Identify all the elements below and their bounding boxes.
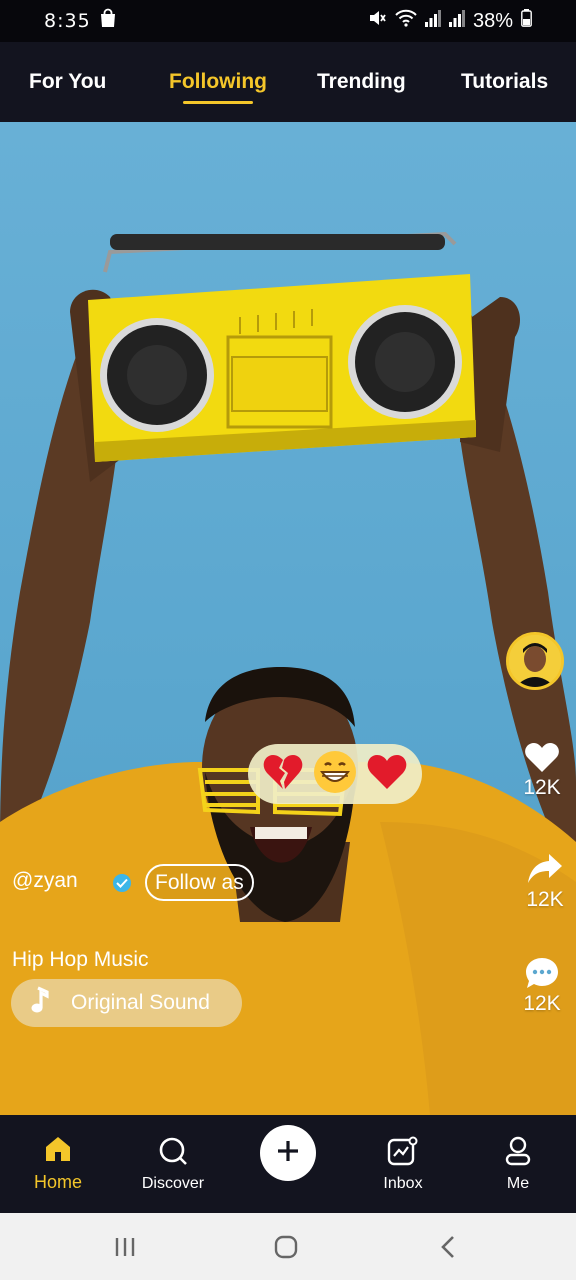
music-note-icon <box>29 986 49 1020</box>
video-player[interactable]: 12K 12K 12K @zyan Follow as Hip Hop Musi… <box>0 122 576 1115</box>
mute-icon <box>367 8 387 34</box>
nav-inbox[interactable]: Inbox <box>353 1115 453 1213</box>
username[interactable]: @zyan <box>12 869 78 893</box>
share-icon <box>527 852 563 886</box>
nav-label: Home <box>33 1172 82 1192</box>
follow-button[interactable]: Follow as <box>145 864 254 901</box>
battery-percent: 38% <box>472 9 513 32</box>
nav-me[interactable]: Me <box>468 1115 568 1213</box>
home-icon <box>44 1135 72 1168</box>
status-bar: 8:35 38% <box>0 0 576 42</box>
plus-icon <box>276 1139 300 1168</box>
grinning-face-icon[interactable] <box>313 750 357 799</box>
original-sound-button[interactable]: Original Sound <box>11 979 242 1027</box>
tab-label: Trending <box>317 70 406 93</box>
tab-tutorials[interactable]: Tutorials <box>461 42 548 122</box>
comment-button[interactable]: 12K <box>507 956 576 1016</box>
sound-label: Original Sound <box>71 991 210 1014</box>
shopping-bag-icon <box>99 8 117 34</box>
comment-count: 12K <box>523 992 561 1015</box>
tab-following[interactable]: Following <box>169 42 267 122</box>
tab-trending[interactable]: Trending <box>317 42 406 122</box>
tab-label: Tutorials <box>461 70 549 93</box>
active-tab-indicator <box>183 101 253 104</box>
bottom-nav: Home Discover Inbox Me <box>0 1115 576 1213</box>
red-heart-icon[interactable] <box>366 753 408 796</box>
like-count: 12K <box>523 776 561 799</box>
tab-label: For You <box>29 70 107 93</box>
battery-icon <box>521 9 532 33</box>
nav-label: Me <box>506 1174 530 1192</box>
creator-avatar[interactable] <box>506 632 564 690</box>
broken-heart-icon[interactable] <box>262 753 304 796</box>
create-post-button[interactable] <box>260 1125 316 1181</box>
nav-label: Inbox <box>383 1174 423 1192</box>
nav-home[interactable]: Home <box>8 1115 108 1213</box>
nav-discover[interactable]: Discover <box>123 1115 223 1213</box>
like-button[interactable]: 12K <box>507 742 576 800</box>
track-title: Hip Hop Music <box>12 948 149 971</box>
verified-badge-icon <box>113 874 131 892</box>
share-button[interactable]: 12K <box>510 852 576 912</box>
wifi-icon <box>395 9 417 33</box>
search-icon <box>158 1136 188 1171</box>
back-icon[interactable] <box>428 1233 468 1261</box>
profile-icon <box>504 1136 532 1171</box>
signal-icon <box>424 9 441 33</box>
avatar-image <box>509 635 561 687</box>
home-system-icon[interactable] <box>266 1233 306 1261</box>
tab-label: Following <box>169 70 267 93</box>
status-time: 8:35 <box>44 10 91 32</box>
nav-label: Discover <box>141 1174 205 1192</box>
share-count: 12K <box>526 888 564 911</box>
inbox-icon <box>387 1136 419 1171</box>
heart-icon <box>524 742 560 774</box>
tab-for-you[interactable]: For You <box>29 42 106 122</box>
signal-icon <box>448 9 465 33</box>
comment-icon <box>524 956 560 990</box>
top-tabs: For You Following Trending Tutorials <box>0 42 576 122</box>
reaction-bubble <box>248 744 422 804</box>
recent-apps-icon[interactable] <box>105 1233 145 1261</box>
system-nav-bar <box>0 1213 576 1280</box>
